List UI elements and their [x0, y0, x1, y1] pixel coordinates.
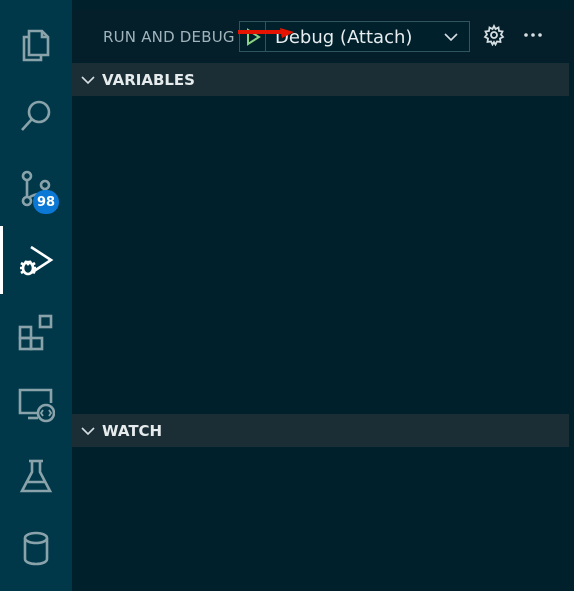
chevron-down-icon	[81, 427, 95, 436]
chevron-down-icon	[81, 76, 95, 85]
annotation-arrow	[238, 28, 294, 38]
more-actions-icon[interactable]	[522, 24, 544, 46]
run-and-debug-sidebar: RUN AND DEBUG Debug (Attach) VARIABLES W…	[72, 0, 574, 591]
remote-explorer-icon	[18, 388, 55, 423]
watch-section-header[interactable]: WATCH	[72, 414, 569, 447]
chevron-down-icon	[444, 33, 458, 42]
watch-label: WATCH	[102, 422, 163, 440]
flask-icon	[19, 459, 53, 493]
activity-explorer[interactable]	[0, 8, 72, 80]
files-icon	[22, 29, 50, 62]
database-icon	[23, 531, 49, 566]
source-control-badge: 98	[33, 190, 59, 214]
activity-source-control[interactable]	[0, 152, 72, 224]
activity-extensions[interactable]	[0, 296, 72, 368]
activity-run-and-debug[interactable]	[0, 224, 72, 296]
sidebar-title: RUN AND DEBUG	[103, 28, 235, 46]
activity-database[interactable]	[0, 512, 72, 584]
variables-label: VARIABLES	[102, 71, 195, 89]
activity-testing[interactable]	[0, 440, 72, 512]
activity-search[interactable]	[0, 80, 72, 152]
activity-remote-explorer[interactable]	[0, 368, 72, 440]
search-icon	[21, 100, 51, 131]
debug-icon	[20, 245, 54, 276]
activity-bar: 98	[0, 0, 72, 591]
gear-icon[interactable]	[483, 24, 505, 46]
debug-config-select[interactable]: Debug (Attach)	[266, 22, 469, 51]
variables-section-header[interactable]: VARIABLES	[72, 63, 569, 96]
debug-toolbar: RUN AND DEBUG Debug (Attach)	[72, 10, 574, 62]
extensions-icon	[18, 314, 53, 351]
